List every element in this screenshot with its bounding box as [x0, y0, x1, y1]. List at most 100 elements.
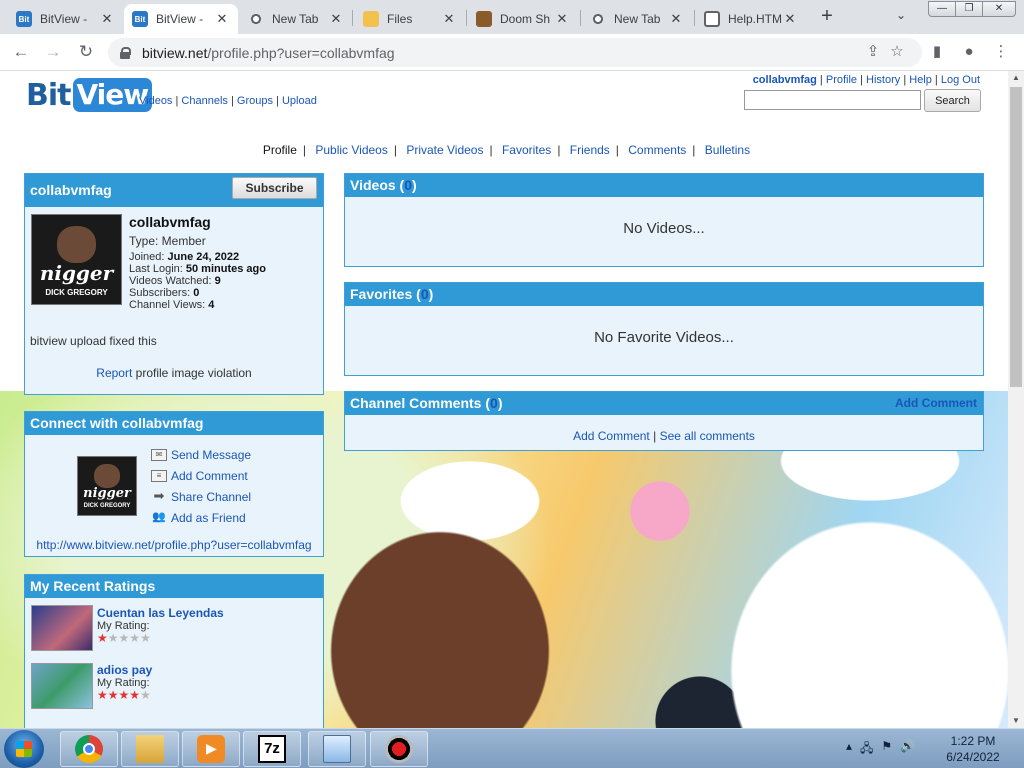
star-filled-icon: ★ — [97, 688, 108, 702]
search-input[interactable] — [744, 90, 921, 110]
bitview-logo[interactable]: Bit View — [26, 77, 153, 113]
reload-icon[interactable]: ↻ — [74, 41, 98, 65]
tab-favorites[interactable]: Favorites — [502, 143, 551, 157]
add-comment-action[interactable]: ≡ Add Comment — [151, 469, 248, 483]
browser-tab-6[interactable]: New Tab ✕ — [582, 4, 692, 34]
profile-link[interactable]: Profile — [826, 74, 857, 86]
close-tab-icon[interactable]: ✕ — [782, 11, 798, 27]
comments-count-link[interactable]: 0 — [490, 395, 498, 411]
favorites-count-link[interactable]: 0 — [421, 286, 429, 302]
connect-box-header: Connect with collabvmfag — [25, 412, 323, 435]
close-tab-icon[interactable]: ✕ — [328, 11, 344, 27]
profile-avatar-icon[interactable]: ● — [958, 41, 980, 63]
share-page-icon[interactable]: ⇪ — [862, 41, 884, 63]
side-panel-icon[interactable]: ▮ — [926, 41, 948, 63]
close-tab-icon[interactable]: ✕ — [668, 11, 684, 27]
close-window-icon[interactable]: ✕ — [982, 1, 1016, 17]
bookmark-star-icon[interactable]: ☆ — [886, 41, 908, 63]
history-link[interactable]: History — [866, 74, 900, 86]
rating-1-thumbnail[interactable] — [31, 605, 93, 651]
forward-arrow-icon[interactable]: → — [41, 41, 65, 65]
avatar-cover-word: nigger — [83, 486, 131, 501]
page-scrollbar[interactable]: ▲ ▼ — [1008, 71, 1024, 728]
tab-separator — [352, 10, 353, 26]
new-tab-plus-icon[interactable]: + — [816, 6, 838, 28]
username-link[interactable]: collabvmfag — [753, 74, 817, 86]
close-tab-icon[interactable]: ✕ — [99, 11, 115, 27]
taskbar-clock[interactable]: 1:22 PM 6/24/2022 — [930, 733, 1016, 765]
address-bar[interactable]: bitview.net/profile.php?user=collabvmfag — [108, 38, 922, 67]
clock-date: 6/24/2022 — [946, 750, 1000, 764]
scroll-up-arrow-icon[interactable]: ▲ — [1008, 71, 1024, 85]
start-button[interactable] — [4, 730, 44, 768]
tab-bulletins[interactable]: Bulletins — [705, 143, 750, 157]
logout-link[interactable]: Log Out — [941, 74, 980, 86]
close-tab-icon[interactable]: ✕ — [214, 11, 230, 27]
browser-tab-1[interactable]: Bit BitView - ✕ — [8, 4, 123, 34]
taskbar-recorder[interactable] — [370, 731, 428, 767]
lock-icon[interactable] — [120, 46, 131, 59]
tray-expand-chevron-icon[interactable]: ▴ — [846, 739, 852, 760]
tab-title: New Tab — [272, 12, 319, 26]
ratings-box-header: My Recent Ratings — [25, 575, 323, 598]
url-path: /profile.php?user=collabvmfag — [207, 44, 395, 61]
taskbar-explorer[interactable] — [121, 731, 179, 767]
browser-tab-7[interactable]: Help.HTM ✕ — [696, 4, 806, 34]
tab-comments[interactable]: Comments — [628, 143, 686, 157]
nav-videos-link[interactable]: Videos — [139, 95, 172, 107]
tab-private-videos[interactable]: Private Videos — [406, 143, 483, 157]
close-tab-icon[interactable]: ✕ — [441, 11, 457, 27]
send-message-action[interactable]: ✉ Send Message — [151, 448, 251, 462]
avatar-cover-word: nigger — [39, 261, 114, 286]
help-link[interactable]: Help — [909, 74, 932, 86]
add-friend-link[interactable]: Add as Friend — [171, 511, 246, 525]
windows-logo-icon — [16, 741, 32, 757]
add-comment-link[interactable]: Add Comment — [573, 429, 650, 443]
rating-1-title[interactable]: Cuentan las Leyendas — [97, 606, 224, 620]
tab-friends[interactable]: Friends — [570, 143, 610, 157]
taskbar-media-player[interactable] — [182, 731, 240, 767]
browser-tab-4[interactable]: Files ✕ — [355, 4, 465, 34]
rating-2-title[interactable]: adios pay — [97, 663, 152, 677]
tab-public-videos[interactable]: Public Videos — [315, 143, 388, 157]
share-channel-link[interactable]: Share Channel — [171, 490, 251, 504]
videos-count-link[interactable]: 0 — [404, 177, 412, 193]
browser-tab-5[interactable]: Doom Sh ✕ — [468, 4, 578, 34]
nav-groups-link[interactable]: Groups — [237, 95, 273, 107]
tab-separator — [466, 10, 467, 26]
taskbar-chrome[interactable] — [60, 731, 118, 767]
taskbar-remote-desktop[interactable] — [308, 731, 366, 767]
network-icon[interactable]: 🖧 — [860, 739, 873, 760]
volume-icon[interactable]: 🔊 — [900, 739, 915, 760]
nav-upload-link[interactable]: Upload — [282, 95, 317, 107]
taskbar-7zip[interactable]: 7z — [243, 731, 301, 767]
tab-title: Files — [387, 12, 413, 26]
browser-tab-3[interactable]: New Tab ✕ — [240, 4, 352, 34]
report-link[interactable]: Report — [96, 366, 132, 380]
add-comment-header-link[interactable]: Add Comment — [895, 396, 977, 410]
favorites-box-header: Favorites (0) — [345, 283, 983, 306]
profile-url-link[interactable]: http://www.bitview.net/profile.php?user=… — [25, 538, 323, 552]
browser-tab-strip: Bit BitView - ✕ Bit BitView - ✕ New Tab … — [0, 0, 1024, 34]
see-all-comments-link[interactable]: See all comments — [660, 429, 755, 443]
subscribe-button[interactable]: Subscribe — [232, 177, 317, 199]
scroll-down-arrow-icon[interactable]: ▼ — [1008, 714, 1024, 728]
search-button[interactable]: Search — [924, 89, 981, 112]
back-arrow-icon[interactable]: ← — [9, 41, 33, 65]
restore-window-icon[interactable]: ❐ — [955, 1, 983, 17]
close-tab-icon[interactable]: ✕ — [554, 11, 570, 27]
nav-channels-link[interactable]: Channels — [181, 95, 227, 107]
minimize-window-icon[interactable]: — — [928, 1, 956, 17]
browser-tab-2-active[interactable]: Bit BitView - ✕ — [124, 4, 238, 34]
star-empty-icon: ★ — [118, 631, 130, 645]
menu-kebab-icon[interactable]: ⋮ — [990, 41, 1012, 63]
tab-search-chevron-icon[interactable]: ⌄ — [896, 8, 906, 22]
videos-header-label: Videos — [350, 177, 396, 193]
scrollbar-thumb[interactable] — [1010, 87, 1022, 387]
add-friend-action[interactable]: 👥 Add as Friend — [151, 511, 246, 525]
send-message-link[interactable]: Send Message — [171, 448, 251, 462]
rating-2-thumbnail[interactable] — [31, 663, 93, 709]
share-channel-action[interactable]: ➡ Share Channel — [151, 489, 252, 504]
add-comment-link[interactable]: Add Comment — [171, 469, 248, 483]
action-center-flag-icon[interactable]: ⚑ — [881, 739, 892, 760]
